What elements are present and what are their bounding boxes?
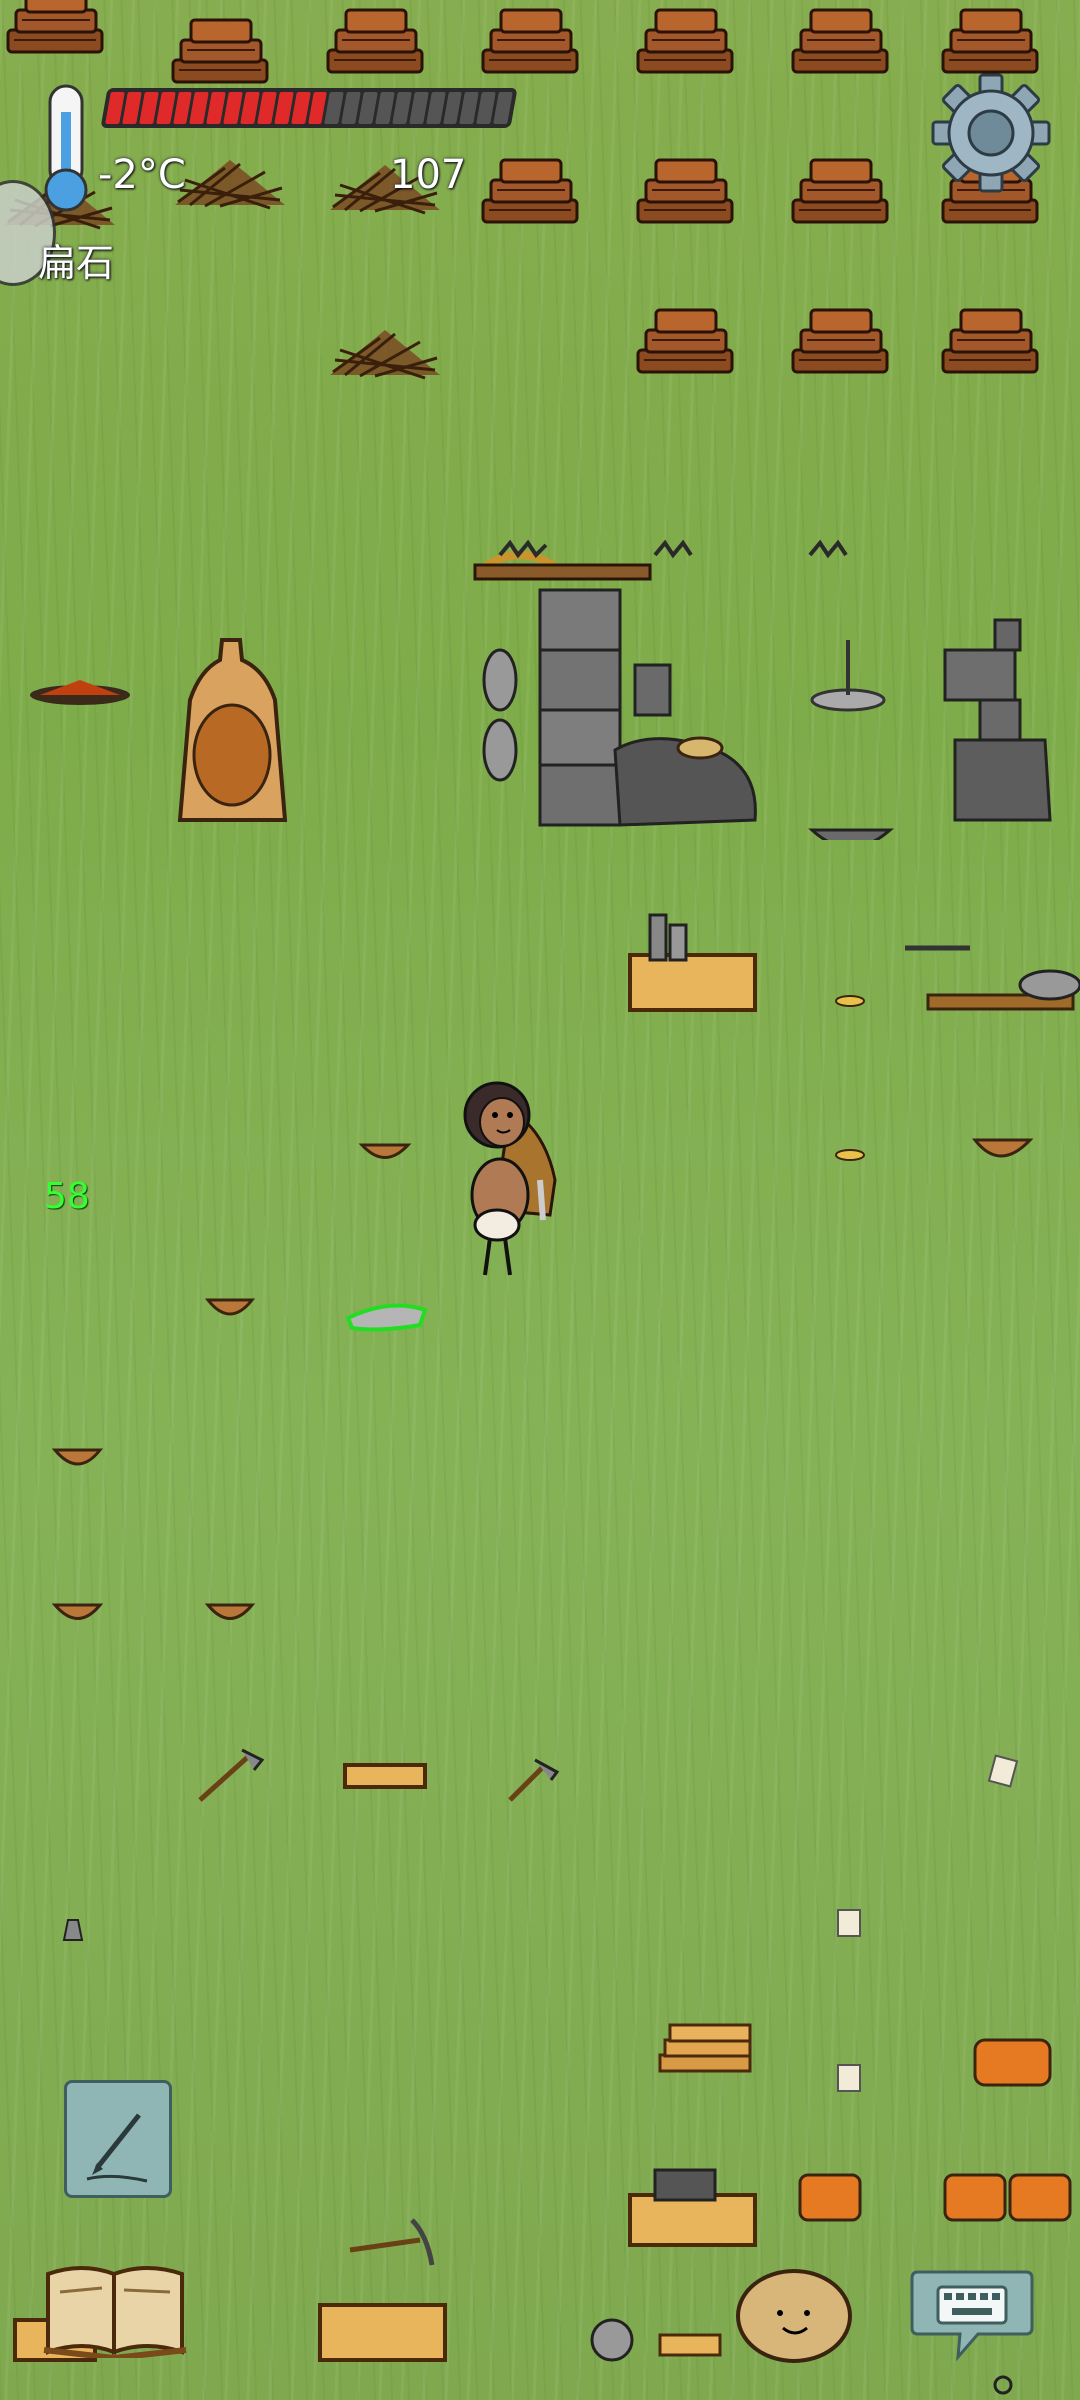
temperature-readout: -2°C [98,152,186,198]
woodpile [636,308,734,374]
player-character [463,1081,557,1276]
woodpile [481,158,579,224]
workshop-area [30,539,1052,840]
food-meter-segment [273,92,294,124]
food-meter-segment [155,92,176,124]
food-meter-segment [290,92,311,124]
food-meter-segment [493,92,513,124]
food-meter [100,88,518,128]
straw-pile [328,328,442,380]
counter-readout: 107 [390,152,467,198]
food-meter-segment [257,92,277,124]
age-label: 58 [44,1176,90,1217]
food-meter-segment [425,92,446,124]
woodpile [941,8,1039,74]
food-meter-segment [138,92,159,124]
food-meter-segment [375,92,395,124]
keyboard-chat-icon[interactable] [908,2262,1036,2362]
woodpile [326,8,424,74]
woodpile [791,158,889,224]
woodpile [791,308,889,374]
food-meter-segment [392,92,412,124]
note-button[interactable] [64,2080,172,2198]
smiley-face-icon[interactable] [735,2268,853,2368]
woodpile [171,18,269,84]
food-meter-segment [105,92,125,124]
woodpile [481,8,579,74]
food-meter-segment [122,92,142,124]
woodpile [636,8,734,74]
held-item-label: 扁石 [38,241,115,285]
straw-pile [173,158,287,210]
top-resource-area [3,0,1039,380]
woodpile [791,8,889,74]
food-meter-segment [240,92,260,124]
woodpile [941,308,1039,374]
book-icon[interactable] [42,2262,190,2358]
pencil-note-icon [86,2113,148,2183]
gear-icon[interactable] [930,72,1052,194]
woodpile [636,158,734,224]
woodpile [6,0,104,54]
food-meter-segment [408,92,429,124]
thermometer-icon [44,84,88,212]
